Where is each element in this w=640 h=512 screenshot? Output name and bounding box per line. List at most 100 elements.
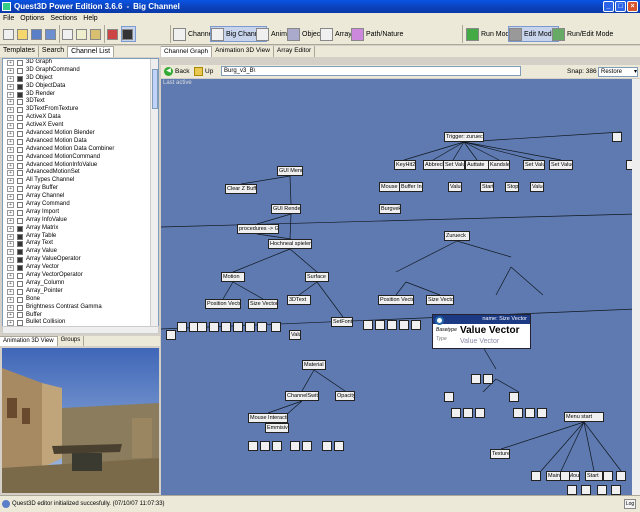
3d-preview-viewport[interactable] bbox=[2, 348, 159, 493]
menu-sections[interactable]: Sections bbox=[47, 15, 80, 22]
run-mode-button[interactable]: Run Mode bbox=[466, 26, 513, 42]
expand-icon[interactable]: + bbox=[7, 146, 14, 153]
path-field[interactable]: Burg_v3_B\ bbox=[221, 66, 521, 76]
graph-node[interactable]: Burgvek bbox=[379, 204, 401, 214]
expand-icon[interactable]: + bbox=[7, 265, 14, 272]
graph-node[interactable] bbox=[387, 320, 397, 330]
rocket-icon[interactable] bbox=[107, 26, 120, 42]
graph-node[interactable] bbox=[375, 320, 385, 330]
graph-node[interactable]: Value bbox=[448, 182, 462, 192]
lock-icon[interactable] bbox=[90, 26, 103, 42]
graph-node[interactable] bbox=[463, 408, 473, 418]
graph-node[interactable]: Hochneal spielen bbox=[268, 239, 312, 249]
search-icon[interactable] bbox=[76, 26, 89, 42]
list-item[interactable]: + All Types Channel bbox=[3, 177, 158, 185]
graph-node[interactable] bbox=[302, 441, 312, 451]
graph-node[interactable]: procedures -> GUI bbox=[237, 224, 279, 234]
anim-button[interactable]: Anim bbox=[256, 26, 287, 42]
graph-node[interactable]: Stop bbox=[505, 182, 519, 192]
graph-node[interactable] bbox=[322, 441, 332, 451]
graph-node[interactable]: Start bbox=[585, 471, 603, 481]
graph-node[interactable]: Size Vector bbox=[248, 299, 278, 309]
expand-icon[interactable]: + bbox=[7, 233, 14, 240]
graph-node[interactable]: Set Value bbox=[523, 160, 545, 170]
list-item[interactable]: + Advanced Motion Data bbox=[3, 138, 158, 146]
list-item[interactable]: + Brightness Contrast Gamma bbox=[3, 304, 158, 312]
minimize-button[interactable]: _ bbox=[603, 1, 614, 12]
expand-icon[interactable]: + bbox=[7, 194, 14, 201]
expand-icon[interactable]: + bbox=[7, 209, 14, 216]
list-item[interactable]: + Array VectorOperator bbox=[3, 272, 158, 280]
list-item[interactable]: + Array InfoValue bbox=[3, 217, 158, 225]
graph-node[interactable] bbox=[248, 441, 258, 451]
graph-node[interactable] bbox=[221, 322, 231, 332]
maximize-button[interactable]: □ bbox=[615, 1, 626, 12]
list-item[interactable]: + Array ValueOperator bbox=[3, 256, 158, 264]
run-edit-mode-button[interactable]: Run/Edit Mode bbox=[552, 26, 613, 42]
graph-node[interactable]: Position Vector bbox=[205, 299, 241, 309]
expand-icon[interactable]: + bbox=[7, 138, 14, 145]
list-item[interactable]: + Array_Pointer bbox=[3, 288, 158, 296]
graph-node[interactable]: Position Vector bbox=[378, 295, 414, 305]
list-item[interactable]: + Array Vector bbox=[3, 264, 158, 272]
menu-file[interactable]: File bbox=[0, 15, 17, 22]
graph-node[interactable]: Emmisive bbox=[265, 423, 289, 433]
graph-node[interactable]: Trigger: zurueck bbox=[444, 132, 484, 142]
graph-node[interactable] bbox=[612, 132, 622, 142]
graph-node[interactable]: GUI Render bbox=[271, 204, 301, 214]
list-item[interactable]: + ActiveX Event bbox=[3, 122, 158, 130]
copy-icon[interactable] bbox=[62, 26, 75, 42]
graph-node[interactable] bbox=[177, 322, 187, 332]
expand-icon[interactable]: + bbox=[7, 312, 14, 319]
channel-button[interactable]: Channel bbox=[173, 26, 214, 42]
close-button[interactable]: × bbox=[627, 1, 638, 12]
path-nature-button[interactable]: Path/Nature bbox=[351, 26, 403, 42]
expand-icon[interactable]: + bbox=[7, 186, 14, 193]
graph-node[interactable] bbox=[272, 441, 282, 451]
tab-channel-graph[interactable]: Channel Graph bbox=[161, 46, 213, 57]
graph-node[interactable] bbox=[233, 322, 243, 332]
graph-node[interactable] bbox=[483, 374, 493, 384]
menu-options[interactable]: Options bbox=[17, 15, 47, 22]
graph-node[interactable] bbox=[411, 320, 421, 330]
graph-node[interactable] bbox=[597, 485, 607, 495]
expand-icon[interactable]: + bbox=[7, 201, 14, 208]
list-item[interactable]: +3D ObjectData bbox=[3, 83, 158, 91]
list-item[interactable]: + Bone bbox=[3, 296, 158, 304]
graph-node[interactable]: SetFont bbox=[331, 317, 353, 327]
graph-node[interactable] bbox=[531, 471, 541, 481]
tab-search[interactable]: Search bbox=[39, 46, 69, 57]
list-item[interactable]: + Array Matrix bbox=[3, 225, 158, 233]
list-item[interactable]: + Array Text bbox=[3, 240, 158, 248]
object-button[interactable]: Object bbox=[287, 26, 322, 42]
graph-node[interactable] bbox=[513, 408, 523, 418]
graph-node[interactable]: Value bbox=[289, 330, 301, 340]
expand-icon[interactable]: + bbox=[7, 75, 14, 82]
expand-icon[interactable]: + bbox=[7, 178, 14, 185]
expand-icon[interactable]: + bbox=[7, 154, 14, 161]
graph-node[interactable]: Opacity bbox=[335, 391, 355, 401]
graph-node[interactable]: Clear Z Buffer bbox=[225, 184, 257, 194]
expand-icon[interactable]: + bbox=[7, 225, 14, 232]
graph-node[interactable]: Size Vector bbox=[426, 295, 454, 305]
graph-node[interactable] bbox=[611, 485, 621, 495]
list-item[interactable]: + ActiveX Data bbox=[3, 114, 158, 122]
list-item[interactable]: +3D Render bbox=[3, 91, 158, 99]
graph-node[interactable] bbox=[444, 392, 454, 402]
channel-graph[interactable]: Last active Trigger: zurueck KeyHit2 Abbre… bbox=[161, 79, 636, 495]
list-item[interactable]: + Array Table bbox=[3, 233, 158, 241]
channel-list-hscrollbar[interactable] bbox=[2, 326, 159, 334]
list-item[interactable]: + Array Import bbox=[3, 209, 158, 217]
graph-vscrollbar[interactable] bbox=[632, 79, 640, 495]
expand-icon[interactable]: + bbox=[7, 59, 14, 66]
expand-icon[interactable]: + bbox=[7, 162, 14, 169]
list-item[interactable]: + Buffer bbox=[3, 312, 158, 320]
array-button[interactable]: Array bbox=[320, 26, 352, 42]
graph-node[interactable] bbox=[475, 408, 485, 418]
list-item[interactable]: +3D GraphCommand bbox=[3, 67, 158, 75]
graph-node[interactable] bbox=[245, 322, 255, 332]
tab-templates[interactable]: Templates bbox=[0, 46, 39, 57]
graph-node[interactable]: Menu start bbox=[564, 412, 604, 422]
graph-node[interactable] bbox=[399, 320, 409, 330]
graph-node[interactable]: Texture bbox=[490, 449, 510, 459]
